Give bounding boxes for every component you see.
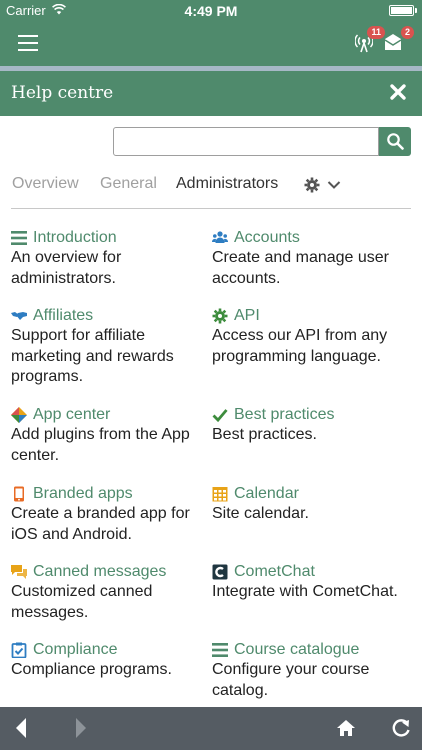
- ios-status-bar: Carrier 4:49 PM: [0, 0, 422, 20]
- topic-course-catalogue[interactable]: Course catalogue Configure your course c…: [212, 640, 408, 701]
- list-icon: [212, 643, 228, 657]
- topic-introduction[interactable]: Introduction An overview for administrat…: [11, 228, 207, 289]
- help-centre-title: Help centre: [11, 83, 114, 103]
- gear-icon: [304, 177, 320, 193]
- back-arrow-icon[interactable]: [14, 717, 28, 739]
- help-centre-header: Help centre: [0, 71, 422, 116]
- search-icon: [387, 133, 404, 150]
- topic-description: Support for affiliate marketing and rewa…: [11, 327, 174, 385]
- topic-best-practices[interactable]: Best practices Best practices.: [212, 405, 408, 446]
- topic-api[interactable]: API Access our API from any programming …: [212, 306, 408, 367]
- search-input[interactable]: [113, 127, 379, 156]
- messages-badge: 2: [400, 26, 414, 39]
- menu-icon[interactable]: [18, 35, 38, 51]
- topic-label[interactable]: API: [234, 307, 260, 325]
- mobile-icon: [14, 486, 24, 502]
- topic-description: Site calendar.: [212, 505, 309, 522]
- tab-general[interactable]: General: [100, 175, 157, 193]
- clipboard-check-icon: [11, 642, 27, 658]
- tab-overview[interactable]: Overview: [12, 175, 79, 193]
- topic-description: Customized canned messages.: [11, 583, 153, 621]
- tab-settings-dropdown[interactable]: [304, 177, 344, 193]
- chat-icon: [11, 565, 27, 579]
- topic-cometchat[interactable]: CometChat Integrate with CometChat.: [212, 562, 408, 603]
- topic-label[interactable]: Accounts: [234, 229, 300, 247]
- search-button[interactable]: [379, 127, 411, 156]
- topic-label[interactable]: Compliance: [33, 641, 117, 659]
- topic-branded-apps[interactable]: Branded apps Create a branded app for iO…: [11, 484, 207, 545]
- users-icon: [212, 231, 228, 243]
- topic-description: Configure your course catalog.: [212, 661, 370, 699]
- topic-compliance[interactable]: Compliance Compliance programs.: [11, 640, 207, 681]
- topic-label[interactable]: Course catalogue: [234, 641, 359, 659]
- home-icon[interactable]: [336, 719, 356, 737]
- cog-icon: [212, 308, 228, 324]
- topic-description: Best practices.: [212, 426, 317, 443]
- tabs-divider: [11, 208, 411, 209]
- topic-calendar[interactable]: Calendar Site calendar.: [212, 484, 408, 525]
- topic-affiliates[interactable]: Affiliates Support for affiliate marketi…: [11, 306, 207, 388]
- topic-label[interactable]: Introduction: [33, 229, 117, 247]
- chevron-down-icon: [327, 181, 341, 189]
- topic-label[interactable]: App center: [33, 406, 110, 424]
- topic-accounts[interactable]: Accounts Create and manage user accounts…: [212, 228, 408, 289]
- app-toolbar: 11 2: [0, 20, 422, 66]
- tab-administrators[interactable]: Administrators: [176, 175, 278, 193]
- check-icon: [212, 409, 228, 423]
- forward-arrow-icon[interactable]: [74, 717, 88, 739]
- battery-tip: [415, 8, 417, 13]
- app-center-icon: [11, 407, 27, 423]
- topic-label[interactable]: Affiliates: [33, 307, 93, 325]
- topic-label[interactable]: Calendar: [234, 485, 299, 503]
- radio-notifications-button[interactable]: 11: [354, 26, 385, 55]
- topic-description: Add plugins from the App center.: [11, 426, 190, 464]
- close-icon[interactable]: [387, 81, 409, 103]
- topic-label[interactable]: CometChat: [234, 563, 315, 581]
- handshake-icon: [11, 312, 27, 320]
- clock: 4:49 PM: [184, 3, 238, 19]
- topic-description: Create and manage user accounts.: [212, 249, 389, 287]
- topic-description: Compliance programs.: [11, 661, 172, 678]
- topic-label[interactable]: Best practices: [234, 406, 334, 424]
- topic-description: An overview for administrators.: [11, 249, 122, 287]
- topic-label[interactable]: Branded apps: [33, 485, 133, 503]
- topic-app-center[interactable]: App center Add plugins from the App cent…: [11, 405, 207, 466]
- battery-icon: [389, 5, 414, 16]
- messages-button[interactable]: 2: [384, 26, 414, 55]
- bottom-toolbar: [0, 707, 422, 750]
- list-icon: [11, 231, 27, 245]
- topic-description: Create a branded app for iOS and Android…: [11, 505, 190, 543]
- topic-canned-messages[interactable]: Canned messages Customized canned messag…: [11, 562, 207, 623]
- envelope-icon: [384, 34, 402, 50]
- refresh-icon[interactable]: [391, 717, 411, 739]
- radio-badge: 11: [367, 26, 385, 39]
- topic-description: Integrate with CometChat.: [212, 583, 398, 600]
- calendar-icon: [212, 487, 228, 502]
- cometchat-icon: [212, 564, 228, 580]
- topic-description: Access our API from any programming lang…: [212, 327, 388, 365]
- topic-label[interactable]: Canned messages: [33, 563, 166, 581]
